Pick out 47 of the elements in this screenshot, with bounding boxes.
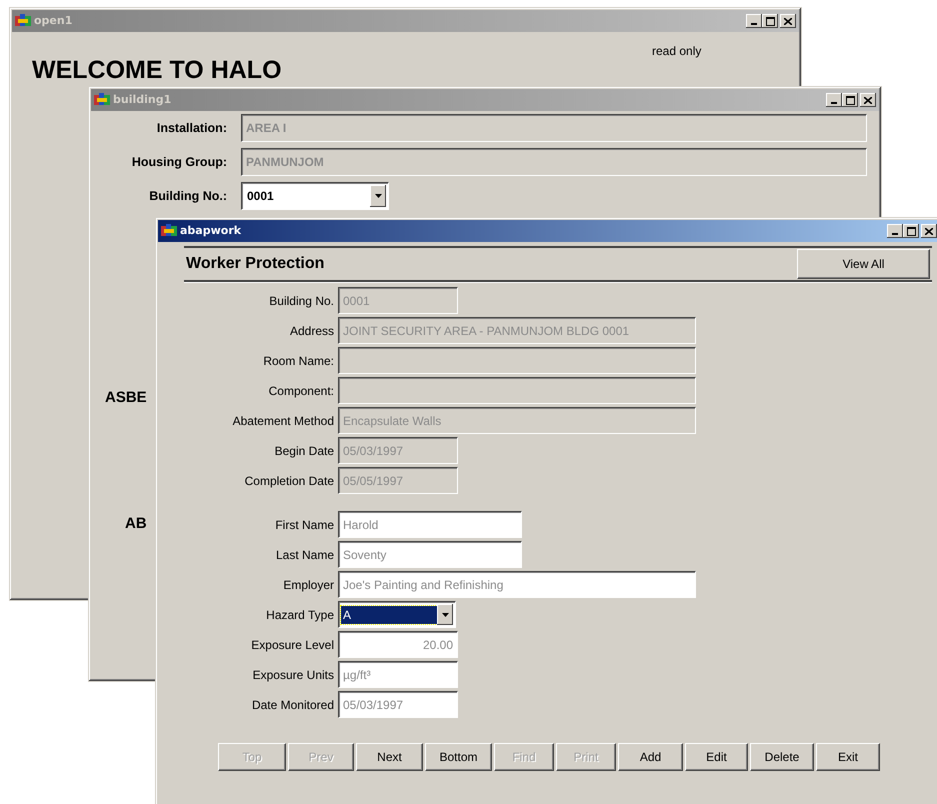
field-label: Date Monitored — [252, 696, 334, 714]
field-label: Exposure Units — [252, 666, 334, 684]
toolbar-button[interactable]: Delete — [750, 743, 814, 771]
text-field[interactable]: Harold — [338, 511, 522, 538]
window-title: abapwork — [180, 222, 242, 239]
field-label: Exposure Level — [251, 636, 334, 654]
field-label: Building No. — [269, 292, 334, 310]
text-field[interactable]: JOINT SECURITY AREA - PANMUNJOM BLDG 0001 — [338, 317, 696, 344]
dropdown-field[interactable]: 0001 — [241, 182, 389, 210]
field-label: Room Name: — [263, 352, 334, 370]
text-field[interactable]: Soventy — [338, 541, 522, 568]
section-label: ASBE — [105, 388, 147, 408]
text-field[interactable]: PANMUNJOM — [241, 148, 867, 176]
toolbar-button[interactable]: Bottom — [425, 743, 492, 771]
section-label: AB — [125, 514, 147, 534]
text-field[interactable]: 05/05/1997 — [338, 467, 458, 494]
window-title: building1 — [113, 92, 172, 108]
field-label: First Name — [275, 516, 334, 534]
field-label: Installation: — [156, 120, 227, 137]
field-label: Hazard Type — [266, 606, 334, 624]
form-heading: Worker Protection — [186, 254, 324, 274]
field-label: Building No.: — [148, 188, 227, 205]
view-all-button[interactable]: View All — [797, 249, 930, 279]
text-field[interactable]: 05/03/1997 — [338, 691, 458, 718]
text-field[interactable]: Encapsulate Walls — [338, 407, 696, 434]
read-only-note: read only — [652, 43, 702, 60]
field-label: Abatement Method — [232, 412, 334, 430]
toolbar-button[interactable]: Add — [618, 743, 683, 771]
toolbar-button[interactable]: Edit — [685, 743, 748, 771]
field-label: Last Name — [276, 546, 334, 564]
text-field[interactable]: 05/03/1997 — [338, 437, 458, 464]
field-label: Address — [290, 322, 334, 340]
text-field[interactable]: 0001 — [338, 287, 458, 314]
field-label: Begin Date — [274, 442, 334, 460]
toolbar-button[interactable]: Next — [356, 743, 423, 771]
window-title: open1 — [34, 12, 72, 29]
field-label: Housing Group: — [130, 154, 227, 171]
field-label: Completion Date — [244, 472, 334, 490]
text-field[interactable]: AREA I — [241, 114, 867, 142]
text-field[interactable]: Joe's Painting and Refinishing — [338, 571, 696, 598]
text-field[interactable]: 20.00 — [338, 631, 458, 658]
text-field[interactable]: µg/ft³ — [338, 661, 458, 688]
field-label: Component: — [268, 382, 334, 400]
toolbar-button[interactable]: Exit — [816, 743, 880, 771]
dropdown-field[interactable]: A — [338, 601, 456, 628]
field-label: Employer — [283, 576, 334, 594]
welcome-heading: WELCOME TO HALO — [32, 55, 282, 86]
